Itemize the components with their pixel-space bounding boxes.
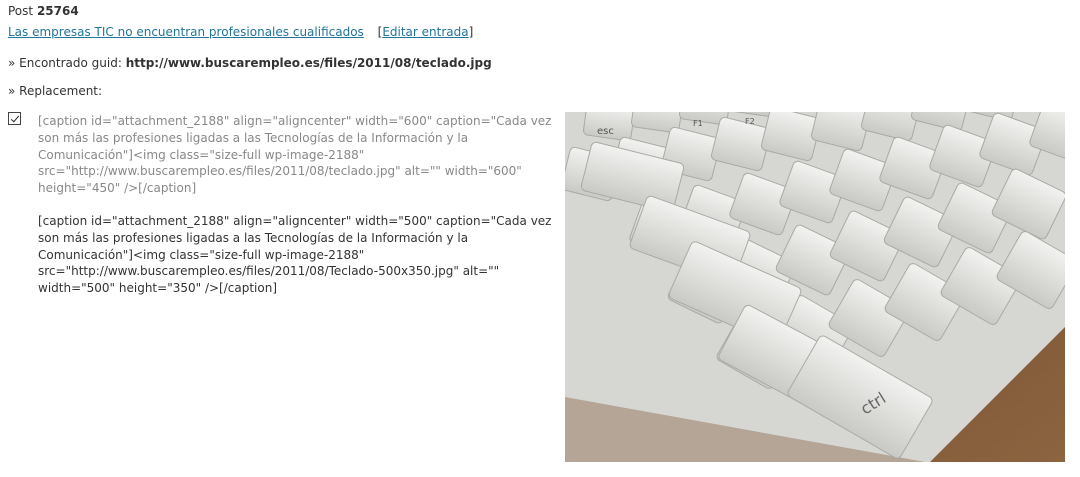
- edit-entry-link[interactable]: Editar entrada: [382, 25, 468, 39]
- edit-bracket-close: ]: [468, 25, 474, 39]
- post-title-link[interactable]: Las empresas TIC no encuentran profesion…: [8, 25, 364, 39]
- new-caption-code: [caption id="attachment_2188" align="ali…: [38, 214, 552, 296]
- post-header: Post 25764: [8, 4, 79, 18]
- key-esc: esc: [597, 126, 614, 137]
- original-caption-code: [caption id="attachment_2188" align="ali…: [38, 114, 552, 196]
- key-f1: F1: [693, 119, 703, 128]
- guid-value: http://www.buscarempleo.es/files/2011/08…: [125, 56, 492, 70]
- post-links: Las empresas TIC no encuentran profesion…: [8, 25, 473, 39]
- replacement-label: » Replacement:: [8, 84, 103, 98]
- key-f2: F2: [745, 117, 755, 126]
- guid-line: » Encontrado guid: http://www.buscarempl…: [8, 56, 492, 70]
- replacement-checkbox[interactable]: [8, 112, 21, 125]
- keyboard-photo: esc F1 F2 ctrl: [565, 112, 1065, 462]
- post-id: 25764: [36, 4, 79, 18]
- post-label: Post: [8, 4, 34, 18]
- guid-label: » Encontrado guid:: [8, 56, 122, 70]
